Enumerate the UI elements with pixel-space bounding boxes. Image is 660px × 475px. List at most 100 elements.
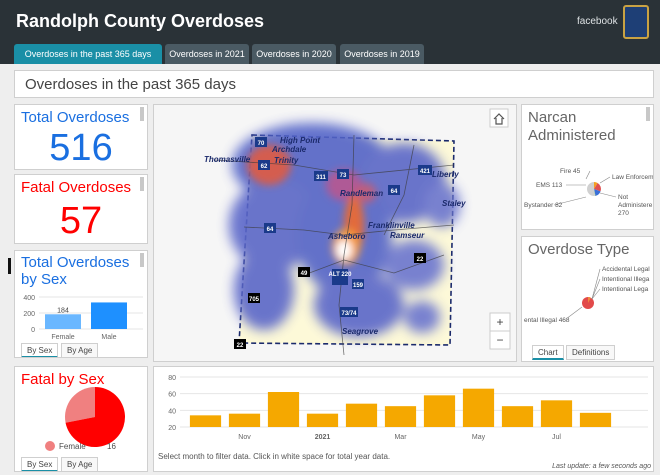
place-label: Staley <box>442 199 466 208</box>
legend-female-label: Female <box>59 442 86 451</box>
pie-label: Law Enforcemen <box>612 174 654 181</box>
route-label: ALT 220 <box>329 272 353 278</box>
tab-definitions[interactable]: Definitions <box>566 345 616 360</box>
tab-by-sex[interactable]: By Sex <box>21 457 59 471</box>
map-panel[interactable]: High Point Archdale Trinity Thomasville … <box>153 104 517 362</box>
route-label: 49 <box>301 271 308 277</box>
tab-2019[interactable]: Overdoses in 2019 <box>340 44 424 64</box>
total-overdoses-panel: Total Overdoses 516 <box>14 104 148 170</box>
tab-past-365[interactable]: Overdoses in the past 365 days <box>14 44 162 64</box>
callout-line <box>599 176 611 184</box>
callout-line <box>591 268 601 300</box>
bar-jun[interactable] <box>501 406 534 427</box>
place-label: Ramseur <box>390 231 425 240</box>
callout-line <box>599 192 617 198</box>
place-label: Asheboro <box>327 232 365 241</box>
pie-label: Intentional Lega <box>602 286 649 293</box>
place-label: Thomasville <box>204 155 251 164</box>
by-sex-title: Total Overdoses by Sex <box>21 254 130 288</box>
scroll-marker <box>8 258 11 274</box>
route-label: 159 <box>353 283 364 289</box>
scrollbar[interactable] <box>140 177 144 191</box>
home-button[interactable] <box>489 108 509 128</box>
overdose-type-pie: Accidental Legal Intentional Illega Intent… <box>524 266 650 324</box>
pie-label: 270 <box>618 210 629 217</box>
y-tick-label: 40 <box>168 408 176 415</box>
facebook-link[interactable]: facebook <box>577 16 618 27</box>
county-seal-logo <box>623 5 649 39</box>
scrollbar[interactable] <box>140 253 144 267</box>
pie-label: Bystander 82 <box>524 202 563 209</box>
scrollbar[interactable] <box>646 107 650 121</box>
place-label: Randleman <box>340 189 383 198</box>
tab-by-age[interactable]: By Age <box>61 343 99 357</box>
banner-panel: Overdoses in the past 365 days <box>14 70 654 98</box>
total-overdoses-title: Total Overdoses <box>21 109 130 126</box>
pie-label: EMS 113 <box>536 182 563 189</box>
bar-aug[interactable] <box>579 412 612 427</box>
zoom-out-button[interactable]: − <box>489 330 511 350</box>
place-label: Seagrove <box>342 327 379 336</box>
zoom-in-button[interactable]: + <box>489 312 511 332</box>
bar-nov[interactable] <box>228 413 261 427</box>
x-tick-label: 2021 <box>315 434 331 441</box>
pie-label: ental Illegal 468 <box>524 317 570 324</box>
bar-feb[interactable] <box>345 403 378 427</box>
route-label: 73/74 <box>341 311 357 317</box>
bar-oct[interactable] <box>189 415 222 427</box>
callout-line <box>585 170 591 180</box>
y-tick-label: 60 <box>168 392 176 399</box>
pie-label: Administere <box>618 202 653 209</box>
tab-chart[interactable]: Chart <box>532 345 564 360</box>
route-label: 70 <box>258 141 265 147</box>
bar-female[interactable] <box>45 314 81 329</box>
route-label: 64 <box>267 227 274 233</box>
by-sex-chart: 400 200 0 Female 184 Male <box>23 295 143 341</box>
bar-2021[interactable] <box>306 413 339 427</box>
callout-line <box>565 306 583 320</box>
monthly-chart-panel: 80 60 40 20 Nov 2021 Mar May Jul Select month to… <box>153 366 654 472</box>
route-label: 22 <box>237 343 244 349</box>
overdose-type-panel: Overdose Type Accidental Legal Intentiona… <box>521 236 654 362</box>
bar-apr[interactable] <box>423 395 456 427</box>
bar-dec[interactable] <box>267 392 300 427</box>
tab-by-sex[interactable]: By Sex <box>21 343 59 357</box>
bar-mar[interactable] <box>384 406 417 427</box>
total-overdoses-value: 516 <box>49 127 113 169</box>
tab-2021[interactable]: Overdoses in 2021 <box>165 44 249 64</box>
route-label: 62 <box>261 164 268 170</box>
narcan-panel: Narcan Administered Fire 45 EMS 113 Bystan… <box>521 104 654 230</box>
x-tick-label: Male <box>101 334 116 341</box>
pie-slice[interactable] <box>587 182 596 196</box>
fatal-overdoses-panel: Fatal Overdoses 57 <box>14 174 148 244</box>
monthly-overdose-chart[interactable]: 80 60 40 20 Nov 2021 Mar May Jul <box>154 371 654 449</box>
place-label: High Point <box>280 136 320 145</box>
tab-2020[interactable]: Overdoses in 2020 <box>252 44 336 64</box>
pie-label: Not <box>618 194 628 201</box>
route-label: 705 <box>249 297 260 303</box>
zoom-in-icon[interactable]: + <box>496 315 503 329</box>
y-tick-label: 20 <box>168 425 176 432</box>
bar-may[interactable] <box>462 388 495 427</box>
bar-male[interactable] <box>91 302 127 329</box>
place-label: Liberty <box>432 170 459 179</box>
tab-by-age[interactable]: By Age <box>61 457 99 471</box>
data-label: 184 <box>57 307 69 314</box>
scrollbar[interactable] <box>140 107 144 121</box>
x-tick-label: Mar <box>394 434 407 441</box>
bar-jul[interactable] <box>540 400 573 427</box>
place-label: Trinity <box>274 156 299 165</box>
narcan-pie: Fire 45 EMS 113 Bystander 82 Law Enforcemen… <box>524 168 654 217</box>
pie-slice-female[interactable] <box>65 387 95 423</box>
place-label: Archdale <box>271 145 307 154</box>
fatal-by-sex-panel: Fatal by Sex Female 16 By Sex By Age <box>14 366 148 472</box>
x-tick-label: Female <box>51 334 74 341</box>
y-tick-label: 80 <box>168 375 176 382</box>
callout-line <box>591 278 601 300</box>
zoom-out-icon[interactable]: − <box>496 333 503 347</box>
pie-label: Fire 45 <box>560 168 581 175</box>
chart-instructions: Select month to filter data. Click in wh… <box>158 452 391 461</box>
y-tick-label: 0 <box>31 327 35 334</box>
overdose-heat-map[interactable]: High Point Archdale Trinity Thomasville … <box>154 105 517 362</box>
route-label: 421 <box>420 169 431 175</box>
